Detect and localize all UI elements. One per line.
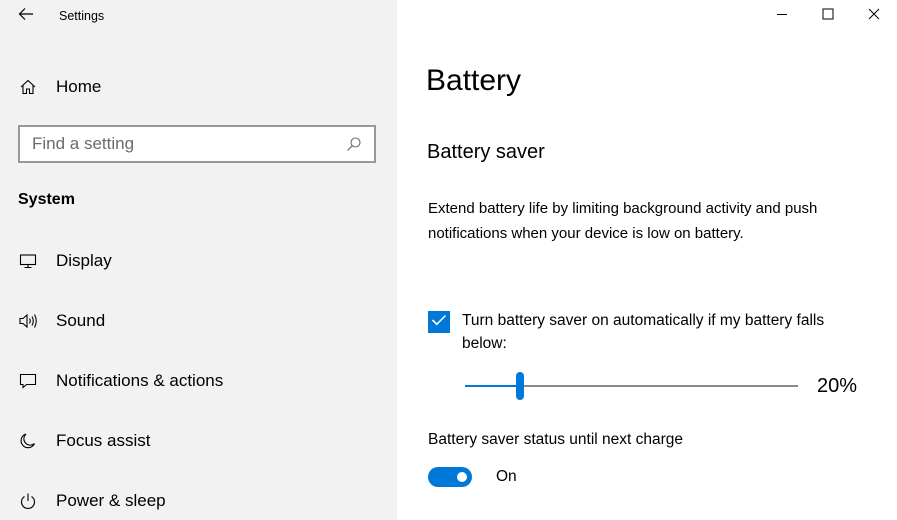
title-bar: Settings [0, 0, 397, 32]
search-box [18, 125, 376, 163]
page-title: Battery [426, 64, 522, 97]
status-toggle-row: On [428, 467, 517, 487]
display-icon [18, 251, 38, 271]
home-icon [18, 77, 38, 97]
app-title: Settings [59, 9, 105, 23]
sidebar-item-label: Power & sleep [56, 491, 166, 510]
sidebar-item-label: Display [56, 251, 112, 270]
minimize-icon [776, 7, 788, 25]
notification-icon [18, 371, 38, 391]
content-pane: Battery Battery saver Extend battery lif… [397, 0, 897, 520]
toggle-knob [457, 472, 467, 482]
maximize-icon [822, 7, 834, 25]
threshold-slider[interactable] [465, 385, 798, 387]
sidebar-item-label: Notifications & actions [56, 371, 224, 390]
moon-icon [18, 431, 38, 451]
auto-saver-label: Turn battery saver on automatically if m… [462, 312, 825, 352]
auto-saver-option: Turn battery saver on automatically if m… [428, 309, 868, 355]
nav-home[interactable]: Home [0, 68, 397, 106]
close-icon [868, 7, 880, 25]
sidebar-item-label: Focus assist [56, 431, 151, 450]
caption-buttons [759, 0, 897, 32]
slider-fill [465, 385, 520, 387]
sidebar-item-focus-assist[interactable]: Focus assist [0, 421, 397, 461]
sidebar-item-display[interactable]: Display [0, 241, 397, 281]
arrow-left-icon [18, 7, 34, 26]
nav-home-label: Home [56, 77, 102, 96]
battery-saver-toggle[interactable] [428, 467, 472, 487]
threshold-value: 20% [817, 375, 858, 397]
minimize-button[interactable] [759, 0, 805, 32]
auto-saver-checkbox[interactable] [428, 311, 450, 333]
toggle-state-label: On [496, 468, 517, 485]
battery-saver-description: Extend battery life by limiting backgrou… [428, 200, 818, 242]
threshold-slider-row: 20% [465, 372, 865, 402]
search-icon[interactable] [344, 134, 364, 154]
settings-window: Settings Home System [0, 0, 897, 520]
power-icon [18, 491, 38, 511]
status-label: Battery saver status until next charge [428, 431, 684, 448]
sidebar-item-label: Sound [56, 311, 106, 330]
section-header-system: System [18, 191, 75, 208]
back-button[interactable] [6, 0, 46, 32]
checkmark-icon [431, 313, 447, 332]
close-button[interactable] [851, 0, 897, 32]
search-input[interactable] [20, 128, 344, 160]
slider-thumb[interactable] [515, 372, 524, 400]
sidebar-item-power-sleep[interactable]: Power & sleep [0, 481, 397, 520]
sidebar: Settings Home System [0, 0, 397, 520]
section-title: Battery saver [427, 141, 545, 163]
speaker-icon [18, 311, 38, 331]
sidebar-item-sound[interactable]: Sound [0, 301, 397, 341]
maximize-button[interactable] [805, 0, 851, 32]
sidebar-item-notifications[interactable]: Notifications & actions [0, 361, 397, 401]
